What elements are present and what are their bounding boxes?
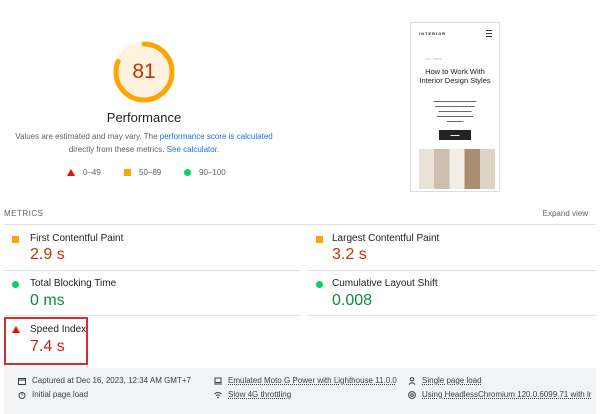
single-page-load-item[interactable]: Single page load: [408, 376, 482, 385]
performance-score-link[interactable]: performance score is calculated: [160, 132, 273, 141]
person-icon: [408, 376, 416, 385]
circle-icon: [184, 169, 191, 176]
browser-version-item[interactable]: Using HeadlessChromium 120.0.6099.71 wit…: [408, 390, 591, 399]
triangle-icon: [12, 326, 20, 333]
preview-image: [419, 149, 495, 189]
metrics-heading: METRICS: [4, 209, 44, 218]
preview-title: How to Work With Interior Design Styles: [419, 67, 491, 85]
performance-score: 81: [132, 60, 156, 83]
hamburger-menu-icon: [486, 30, 492, 37]
legend-item-fail: 0–49: [67, 168, 101, 177]
calendar-icon: [18, 377, 26, 385]
square-icon: [124, 169, 131, 176]
preview-button: ▬▬▬: [439, 130, 471, 140]
metric-value-speed-index: 7.4 s: [30, 338, 65, 355]
expand-view-toggle[interactable]: Expand view: [543, 209, 588, 218]
metric-name-tbt: Total Blocking Time: [30, 278, 117, 289]
triangle-icon: [67, 169, 75, 176]
metric-value-tbt: 0 ms: [30, 292, 65, 309]
metric-name-cls: Cumulative Layout Shift: [332, 278, 438, 289]
divider: [4, 224, 596, 225]
chrome-icon: [408, 390, 416, 399]
metric-value-cls: 0.008: [332, 292, 373, 309]
circle-icon: [12, 281, 19, 288]
metric-name-speed-index: Speed Index: [30, 324, 87, 335]
metric-name-lcp: Largest Contentful Paint: [332, 233, 440, 244]
performance-description: Values are estimated and may vary. The p…: [15, 132, 273, 154]
see-calculator-link[interactable]: See calculator.: [167, 145, 219, 154]
circle-icon: [316, 281, 323, 288]
divider: [308, 270, 596, 271]
preview-body-lines: ▬▬▬▬▬▬▬▬▬▬▬▬▬ ▬▬▬▬▬▬▬▬▬▬▬▬ ▬▬▬▬▬▬▬▬▬▬ ▬▬▬▬▬…: [433, 99, 477, 123]
run-info-footer: Captured at Dec 16, 2023, 12:34 AM GMT+7…: [4, 368, 596, 414]
timer-icon: [18, 391, 26, 399]
wifi-icon: [214, 391, 222, 398]
throttling-item[interactable]: Slow 4G throttling: [214, 390, 291, 399]
preview-brand: INTERIOR: [419, 31, 447, 36]
page-screenshot-preview[interactable]: INTERIOR ━━━ ━━━━━ How to Work With Inte…: [410, 22, 500, 192]
emulated-device-item[interactable]: Emulated Moto G Power with Lighthouse 11…: [214, 376, 397, 385]
preview-meta-line: ━━━ ━━━━━: [425, 57, 442, 61]
legend-item-average: 50–89: [124, 168, 161, 177]
laptop-icon: [214, 377, 222, 384]
metric-value-fcp: 2.9 s: [30, 246, 65, 263]
captured-at-item: Captured at Dec 16, 2023, 12:34 AM GMT+7: [18, 376, 191, 385]
divider: [4, 270, 300, 271]
divider: [308, 315, 596, 316]
metric-value-lcp: 3.2 s: [332, 246, 367, 263]
performance-title: Performance: [106, 110, 182, 125]
square-icon: [12, 236, 19, 243]
legend-item-pass: 90–100: [184, 168, 226, 177]
divider: [4, 315, 300, 316]
metric-name-fcp: First Contentful Paint: [30, 233, 124, 244]
initial-load-item: Initial page load: [18, 390, 88, 399]
square-icon: [316, 236, 323, 243]
